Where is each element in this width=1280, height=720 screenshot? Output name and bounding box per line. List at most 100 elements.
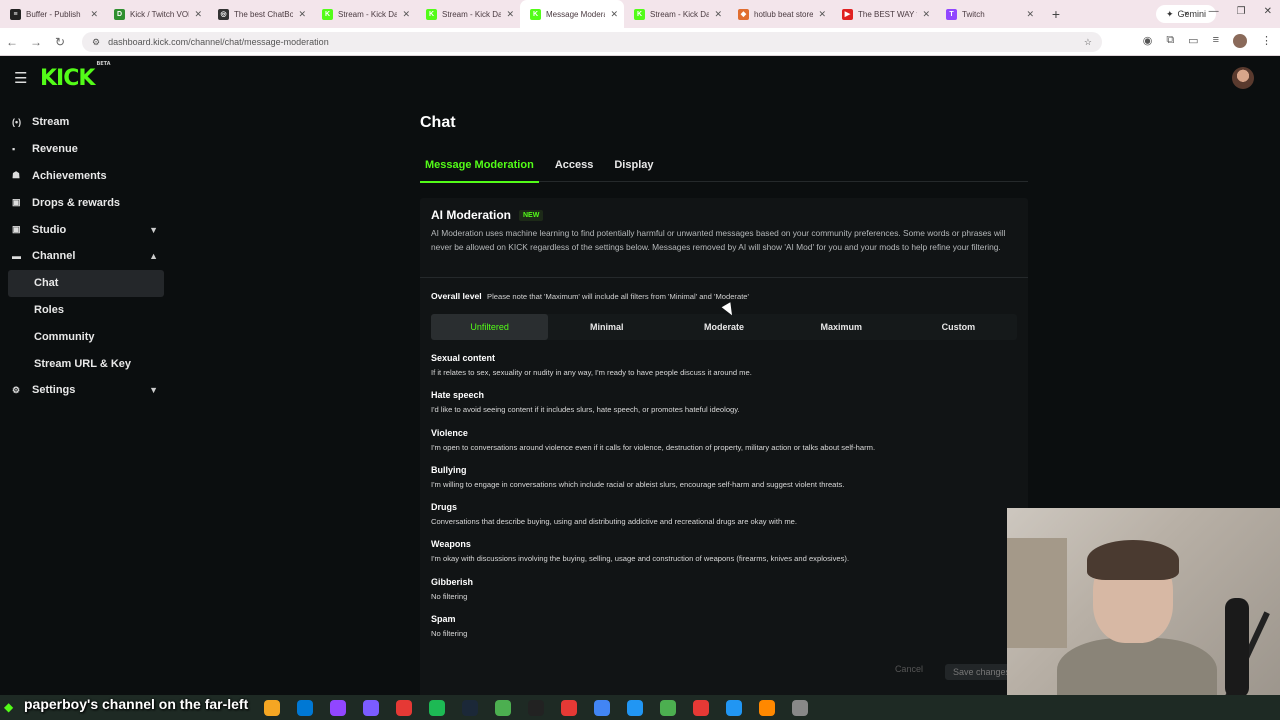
browser-tab[interactable]: ≡ Buffer - Publish ✕ xyxy=(0,0,104,28)
menu-kebab-icon[interactable]: ⋮ xyxy=(1261,34,1272,48)
tab-message-moderation[interactable]: Message Moderation xyxy=(420,157,539,183)
sidepanel-icon[interactable]: ▭ xyxy=(1188,34,1198,48)
tab-favicon-icon: K xyxy=(634,8,645,20)
sidebar-item-revenue[interactable]: ▪ Revenue xyxy=(8,136,164,163)
taskbar-app-icon[interactable] xyxy=(759,700,775,716)
taskbar-app-icon[interactable] xyxy=(495,700,511,716)
browser-tab[interactable]: K Stream - Kick Dash ✕ xyxy=(624,0,728,28)
browser-tab[interactable]: ◆ hotlub beat store ✕ xyxy=(728,0,832,28)
window-controls: ⌄ — ❐ ✕ xyxy=(1182,6,1272,17)
level-option-maximum[interactable]: Maximum xyxy=(783,314,900,340)
sidebar-item-channel[interactable]: ▬ Channel ▲ xyxy=(8,243,164,270)
browser-tab[interactable]: ◎ The best ChatBot ✕ xyxy=(208,0,312,28)
browser-tab[interactable]: ▶ The BEST WAY to ✕ xyxy=(832,0,936,28)
browser-tab[interactable]: D Kick / Twitch VOD ✕ xyxy=(104,0,208,28)
tab-close-icon[interactable]: ✕ xyxy=(298,9,306,20)
sidebar-item-label: Settings xyxy=(32,384,76,397)
bookmark-star-icon[interactable]: ☆ xyxy=(1084,37,1092,48)
tab-close-icon[interactable]: ✕ xyxy=(1026,9,1034,20)
sidebar-item-chat[interactable]: Chat xyxy=(8,269,164,297)
sidebar-item-settings[interactable]: ⚙ Settings ▼ xyxy=(8,377,164,404)
close-window-icon[interactable]: ✕ xyxy=(1264,6,1272,17)
taskbar-app-icon[interactable] xyxy=(561,700,577,716)
taskbar-app-icon[interactable] xyxy=(528,700,544,716)
browser-tab[interactable]: K Stream - Kick Dash ✕ xyxy=(416,0,520,28)
taskbar-app-icon[interactable] xyxy=(660,700,676,716)
taskbar-app-icon[interactable] xyxy=(462,700,478,716)
tab-search-icon[interactable]: ⌄ xyxy=(1182,6,1190,17)
tab-close-icon[interactable]: ✕ xyxy=(194,9,202,20)
sidebar-item-icon: ▣ xyxy=(12,197,21,208)
taskbar-app-icon[interactable] xyxy=(792,700,808,716)
sidebar-item-icon: ☗ xyxy=(12,170,21,181)
taskbar-app-icon[interactable] xyxy=(429,700,445,716)
kick-logo[interactable]: KICKBETA xyxy=(40,61,111,91)
tab-close-icon[interactable]: ✕ xyxy=(506,9,514,20)
tab-display[interactable]: Display xyxy=(609,157,658,182)
address-bar[interactable]: ⚙ dashboard.kick.com/channel/chat/messag… xyxy=(82,32,1102,52)
tab-access[interactable]: Access xyxy=(550,157,599,182)
chevron-icon[interactable]: ▼ xyxy=(149,225,158,235)
sidebar-item-roles[interactable]: Roles xyxy=(8,297,164,324)
tab-close-icon[interactable]: ✕ xyxy=(714,9,722,20)
taskbar-app-icon[interactable] xyxy=(297,700,313,716)
browser-tab[interactable]: K Stream - Kick Dash ✕ xyxy=(312,0,416,28)
taskbar-app-icon[interactable] xyxy=(264,700,280,716)
category-description: No filtering xyxy=(431,629,468,639)
ai-moderation-description: AI Moderation uses machine learning to f… xyxy=(431,228,1006,252)
taskbar-app-icon[interactable] xyxy=(396,700,412,716)
extensions-icon[interactable]: ⧉ xyxy=(1166,34,1174,48)
taskbar-app-icon[interactable] xyxy=(693,700,709,716)
level-option-custom[interactable]: Custom xyxy=(900,314,1017,340)
minimize-icon[interactable]: — xyxy=(1209,6,1219,17)
start-icon[interactable]: ◆ xyxy=(4,700,24,716)
level-option-minimal[interactable]: Minimal xyxy=(548,314,665,340)
chevron-icon[interactable]: ▲ xyxy=(149,251,158,261)
filter-category: Sexual content If it relates to sex, sexu… xyxy=(431,353,1021,390)
new-tab-button[interactable]: + xyxy=(1046,6,1066,22)
taskbar-app-icon[interactable] xyxy=(726,700,742,716)
webcam-overlay xyxy=(1007,508,1280,695)
sidebar: (•) Stream ▪ Revenue ☗ Achievements ▣ Drops & r… xyxy=(8,109,164,404)
tab-close-icon[interactable]: ✕ xyxy=(610,9,618,20)
ai-moderation-panel: AI Moderation NEW AI Moderation uses mac… xyxy=(420,198,1028,698)
tab-close-icon[interactable]: ✕ xyxy=(922,9,930,20)
rss-icon[interactable]: ◉ xyxy=(1143,34,1153,48)
sidebar-item-community[interactable]: Community xyxy=(8,323,164,350)
level-option-unfiltered[interactable]: Unfiltered xyxy=(431,314,549,340)
restore-icon[interactable]: ❐ xyxy=(1237,6,1246,17)
level-option-moderate[interactable]: Moderate xyxy=(665,314,782,340)
taskbar-app-icon[interactable] xyxy=(594,700,610,716)
filter-categories: Sexual content If it relates to sex, sexu… xyxy=(431,353,1021,651)
sidebar-item-label: Channel xyxy=(32,250,76,263)
filter-category: Spam No filtering xyxy=(431,614,1021,651)
browser-tab[interactable]: K Message Moderation ✕ xyxy=(520,0,624,28)
tab-close-icon[interactable]: ✕ xyxy=(818,9,826,20)
sidebar-item-drops-rewards[interactable]: ▣ Drops & rewards xyxy=(8,189,164,216)
sidebar-item-label: Stream xyxy=(32,116,70,129)
cancel-button[interactable]: Cancel xyxy=(895,664,923,680)
media-icon[interactable]: ≡ xyxy=(1213,34,1219,48)
sidebar-item-label: Achievements xyxy=(32,169,107,182)
category-description: I'd like to avoid seeing content if it i… xyxy=(431,405,740,415)
browser-tab[interactable]: T Twitch ✕ xyxy=(936,0,1040,28)
tab-label: The best ChatBot xyxy=(234,9,294,19)
reload-icon[interactable]: ↻ xyxy=(48,35,72,49)
url-text[interactable]: dashboard.kick.com/channel/chat/message-… xyxy=(108,37,1076,47)
user-avatar[interactable] xyxy=(1232,67,1254,89)
tab-close-icon[interactable]: ✕ xyxy=(90,9,98,20)
chevron-icon[interactable]: ▼ xyxy=(149,385,158,395)
sidebar-item-achievements[interactable]: ☗ Achievements xyxy=(8,163,164,190)
hamburger-menu-icon[interactable]: ☰ xyxy=(14,69,27,87)
back-icon[interactable]: ← xyxy=(0,35,24,49)
site-info-icon[interactable]: ⚙ xyxy=(92,37,100,48)
sidebar-item-stream-url-key[interactable]: Stream URL & Key xyxy=(8,350,164,377)
forward-icon[interactable]: → xyxy=(24,35,48,49)
tab-close-icon[interactable]: ✕ xyxy=(402,9,410,20)
taskbar-app-icon[interactable] xyxy=(330,700,346,716)
sidebar-item-stream[interactable]: (•) Stream xyxy=(8,109,164,136)
taskbar-app-icon[interactable] xyxy=(627,700,643,716)
sidebar-item-studio[interactable]: ▣ Studio ▼ xyxy=(8,216,164,243)
taskbar-app-icon[interactable] xyxy=(363,700,379,716)
profile-avatar[interactable] xyxy=(1233,34,1247,48)
